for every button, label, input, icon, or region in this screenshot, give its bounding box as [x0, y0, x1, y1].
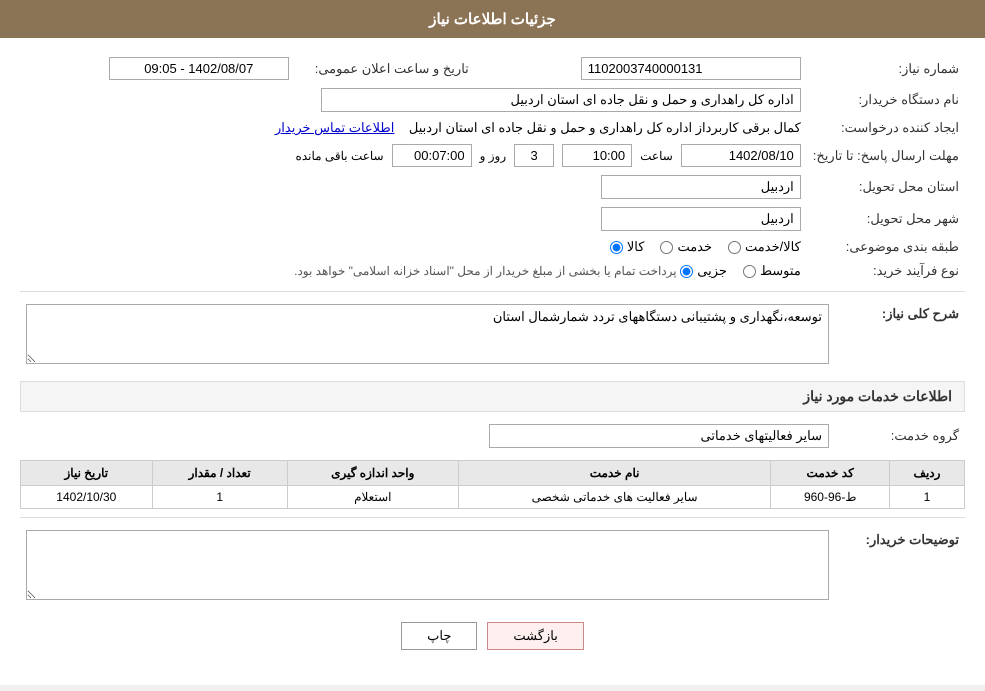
table-header: ردیف کد خدمت نام خدمت واحد اندازه گیری ت… — [21, 461, 965, 486]
deadline-remaining-label: ساعت باقی مانده — [296, 149, 384, 163]
deadline-time-input: 10:00 — [562, 144, 632, 167]
process-jozyi[interactable]: جزیی — [680, 263, 727, 279]
service-group-label: گروه خدمت: — [835, 420, 965, 452]
service-group-value: سایر فعالیتهای خدماتی — [20, 420, 835, 452]
cell-unit: استعلام — [287, 486, 458, 509]
deadline-label: مهلت ارسال پاسخ: تا تاریخ: — [807, 140, 965, 171]
org-name-label: نام دستگاه خریدار: — [807, 84, 965, 116]
table-body: 1 ط-96-960 سایر فعالیت های خدماتی شخصی ا… — [21, 486, 965, 509]
process-motosat[interactable]: متوسط — [743, 263, 801, 279]
process-radio-jozyi[interactable] — [680, 265, 693, 278]
category-radio-kala[interactable] — [610, 241, 623, 254]
need-number-input: 1102003740000131 — [581, 57, 801, 80]
requester-text: کمال برقی کاربرداز اداره کل راهداری و حم… — [409, 120, 801, 135]
buyer-notes-value — [20, 526, 835, 607]
notes-row: توضیحات خریدار: — [20, 526, 965, 607]
deadline-days-label: روز و — [480, 149, 507, 163]
services-section-header: اطلاعات خدمات مورد نیاز — [20, 381, 965, 412]
category-kala-khidmat[interactable]: کالا/خدمت — [728, 239, 801, 255]
deadline-days-input: 3 — [514, 144, 554, 167]
category-label: طبقه بندی موضوعی: — [807, 235, 965, 259]
form-row-need-number: شماره نیاز: 1102003740000131 تاریخ و ساع… — [20, 53, 965, 84]
description-table: شرح کلی نیاز: توسعه،نگهداری و پشتیبانی د… — [20, 300, 965, 371]
category-khidmat[interactable]: خدمت — [660, 239, 712, 255]
page-header: جزئیات اطلاعات نیاز — [0, 0, 985, 38]
need-number-label: شماره نیاز: — [807, 53, 965, 84]
form-row-province: استان محل تحویل: اردبیل — [20, 171, 965, 203]
header-title: جزئیات اطلاعات نیاز — [429, 11, 556, 28]
notes-table: توضیحات خریدار: — [20, 526, 965, 607]
back-button[interactable]: بازگشت — [487, 622, 583, 650]
cell-row-num: 1 — [890, 486, 965, 509]
col-row-num: ردیف — [890, 461, 965, 486]
requester-value: کمال برقی کاربرداز اداره کل راهداری و حم… — [20, 116, 807, 140]
description-label: شرح کلی نیاز: — [835, 300, 965, 371]
announce-label: تاریخ و ساعت اعلان عمومی: — [295, 53, 475, 84]
need-number-value: 1102003740000131 — [475, 53, 807, 84]
form-row-deadline: مهلت ارسال پاسخ: تا تاریخ: 1402/08/10 سا… — [20, 140, 965, 171]
description-textarea[interactable]: توسعه،نگهداری و پشتیبانی دستگاههای تردد … — [26, 304, 829, 364]
deadline-date-input: 1402/08/10 — [681, 144, 801, 167]
table-row: 1 ط-96-960 سایر فعالیت های خدماتی شخصی ا… — [21, 486, 965, 509]
category-radio-group: کالا/خدمت خدمت کالا — [610, 239, 801, 255]
cell-date: 1402/10/30 — [21, 486, 153, 509]
service-group-input: سایر فعالیتهای خدماتی — [489, 424, 829, 448]
service-group-row: گروه خدمت: سایر فعالیتهای خدماتی — [20, 420, 965, 452]
col-date: تاریخ نیاز — [21, 461, 153, 486]
city-input: اردبیل — [601, 207, 801, 231]
description-value: توسعه،نگهداری و پشتیبانی دستگاههای تردد … — [20, 300, 835, 371]
process-label: نوع فرآیند خرید: — [807, 259, 965, 283]
divider-1 — [20, 291, 965, 292]
col-qty: تعداد / مقدار — [152, 461, 287, 486]
cell-service-name: سایر فعالیت های خدماتی شخصی — [458, 486, 771, 509]
contact-link[interactable]: اطلاعات تماس خریدار — [275, 120, 394, 135]
province-label: استان محل تحویل: — [807, 171, 965, 203]
process-note: پرداخت تمام یا بخشی از مبلغ خریدار از مح… — [294, 264, 677, 278]
deadline-remaining-input: 00:07:00 — [392, 144, 472, 167]
description-row: شرح کلی نیاز: توسعه،نگهداری و پشتیبانی د… — [20, 300, 965, 371]
services-section-title: اطلاعات خدمات مورد نیاز — [803, 388, 952, 404]
form-row-category: طبقه بندی موضوعی: کالا/خدمت خدمت — [20, 235, 965, 259]
col-service-code: کد خدمت — [771, 461, 890, 486]
city-value: اردبیل — [20, 203, 807, 235]
form-row-org: نام دستگاه خریدار: اداره کل راهداری و حم… — [20, 84, 965, 116]
category-value: کالا/خدمت خدمت کالا — [20, 235, 807, 259]
divider-2 — [20, 517, 965, 518]
org-name-value: اداره کل راهداری و حمل و نقل جاده ای است… — [20, 84, 807, 116]
process-value: متوسط جزیی پرداخت تمام یا بخشی از مبلغ خ… — [20, 259, 807, 283]
announce-value: 1402/08/07 - 09:05 — [20, 53, 295, 84]
requester-label: ایجاد کننده درخواست: — [807, 116, 965, 140]
form-row-requester: ایجاد کننده درخواست: کمال برقی کاربرداز … — [20, 116, 965, 140]
page-container: جزئیات اطلاعات نیاز شماره نیاز: 11020037… — [0, 0, 985, 685]
main-form-table: شماره نیاز: 1102003740000131 تاریخ و ساع… — [20, 53, 965, 283]
announce-input: 1402/08/07 - 09:05 — [109, 57, 289, 80]
cell-qty: 1 — [152, 486, 287, 509]
org-name-input: اداره کل راهداری و حمل و نقل جاده ای است… — [321, 88, 801, 112]
city-label: شهر محل تحویل: — [807, 203, 965, 235]
services-data-table: ردیف کد خدمت نام خدمت واحد اندازه گیری ت… — [20, 460, 965, 509]
deadline-time-label: ساعت — [640, 149, 673, 163]
cell-service-code: ط-96-960 — [771, 486, 890, 509]
form-row-process: نوع فرآیند خرید: متوسط جزیی — [20, 259, 965, 283]
print-button[interactable]: چاپ — [401, 622, 477, 650]
buyer-notes-label: توضیحات خریدار: — [835, 526, 965, 607]
content-area: شماره نیاز: 1102003740000131 تاریخ و ساع… — [0, 38, 985, 685]
province-input: اردبیل — [601, 175, 801, 199]
col-unit: واحد اندازه گیری — [287, 461, 458, 486]
category-radio-kala-khidmat[interactable] — [728, 241, 741, 254]
deadline-value: 1402/08/10 ساعت 10:00 3 روز و 00:07:00 س… — [20, 140, 807, 171]
category-kala[interactable]: کالا — [610, 239, 645, 255]
form-row-city: شهر محل تحویل: اردبیل — [20, 203, 965, 235]
process-radio-motosat[interactable] — [743, 265, 756, 278]
button-bar: بازگشت چاپ — [20, 622, 965, 650]
process-radio-group: متوسط جزیی — [680, 263, 801, 279]
service-group-table: گروه خدمت: سایر فعالیتهای خدماتی — [20, 420, 965, 452]
col-service-name: نام خدمت — [458, 461, 771, 486]
province-value: اردبیل — [20, 171, 807, 203]
buyer-notes-textarea[interactable] — [26, 530, 829, 600]
category-radio-khidmat[interactable] — [660, 241, 673, 254]
